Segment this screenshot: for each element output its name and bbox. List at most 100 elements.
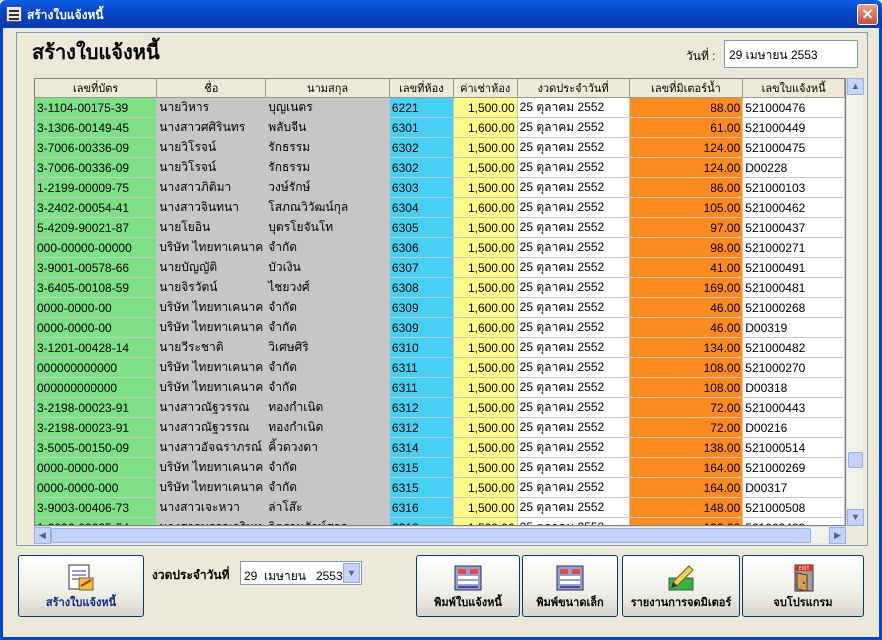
exit-program-button[interactable]: EXIT จบโปรแกรม: [742, 555, 864, 617]
surname-cell[interactable]: ไชยวงศ์: [265, 277, 390, 298]
card-number-cell[interactable]: 3-2198-00023-91: [35, 417, 158, 438]
invoice-number-cell[interactable]: D00317: [742, 477, 845, 498]
room-number-cell[interactable]: 6315: [389, 457, 454, 478]
room-number-cell[interactable]: 6303: [389, 177, 454, 198]
water-meter-cell[interactable]: 108.00: [629, 377, 744, 398]
surname-cell[interactable]: วิเศษศิริ: [265, 337, 390, 358]
rent-cell[interactable]: 1,600.00: [453, 197, 518, 218]
surname-cell[interactable]: จำกัด: [265, 477, 390, 498]
period-date-cell[interactable]: 25 ตุลาคม 2552: [517, 337, 630, 358]
invoice-number-cell[interactable]: 521000475: [742, 137, 845, 158]
table-row[interactable]: 1-2199-00009-75 นางสาวภิติมา วงษ์รักษ์ 6303…: [35, 177, 845, 198]
water-meter-cell[interactable]: 108.00: [629, 357, 744, 378]
scroll-left-icon[interactable]: ◀: [34, 527, 51, 544]
card-number-cell[interactable]: 0000-0000-00: [35, 297, 158, 318]
table-row[interactable]: 1-2006-00025-54นางสาวพรรณวรินทจิตรานุรัก…: [35, 517, 845, 525]
room-number-cell[interactable]: 6312: [389, 417, 454, 438]
surname-cell[interactable]: ทองกำเนิด: [265, 417, 390, 438]
table-row[interactable]: 3-6405-00108-59 นายจิรวัตน์ ไชยวงศ์ 6308 1,5…: [35, 277, 845, 298]
room-number-cell[interactable]: 6306: [389, 237, 454, 258]
first-name-cell[interactable]: นางสาวอัจฉราภรณ์: [156, 437, 267, 458]
table-row[interactable]: 3-5005-00150-09 นางสาวอัจฉราภรณ์ คิ้วดวงดา…: [35, 437, 845, 458]
surname-cell[interactable]: พลับจีน: [265, 117, 390, 138]
surname-cell[interactable]: รักธรรม: [265, 157, 390, 178]
period-date-cell[interactable]: 25 ตุลาคม 2552: [517, 177, 630, 198]
invoice-number-cell[interactable]: 521000271: [742, 237, 845, 258]
period-date-cell[interactable]: 25 ตุลาคม 2552: [517, 137, 630, 158]
water-meter-cell[interactable]: 97.00: [629, 217, 744, 238]
column-header[interactable]: ชื่อ: [156, 79, 267, 98]
card-number-cell[interactable]: 3-1201-00428-14: [35, 337, 158, 358]
water-meter-cell[interactable]: 105.00: [629, 197, 744, 218]
rent-cell[interactable]: 1,500.00: [453, 277, 518, 298]
surname-cell[interactable]: บัวเงิน: [265, 257, 390, 278]
period-date-cell[interactable]: 25 ตุลาคม 2552: [517, 417, 630, 438]
period-date-cell[interactable]: 25 ตุลาคม 2552: [517, 317, 630, 338]
surname-cell[interactable]: จำกัด: [265, 237, 390, 258]
room-number-cell[interactable]: 6304: [389, 197, 454, 218]
surname-cell[interactable]: จำกัด: [265, 457, 390, 478]
column-header[interactable]: ค่าเช่าห้อง: [453, 79, 518, 98]
table-row[interactable]: 3-7006-00336-09 นายวิโรจน์ รักธรรม 6302 1,50…: [35, 157, 845, 178]
water-meter-cell[interactable]: 88.00: [629, 97, 744, 118]
invoice-number-cell[interactable]: D00319: [742, 317, 845, 338]
table-row[interactable]: 0000-0000-000 บริษัท ไทยทาเคนาค จำกัด 6315 1…: [35, 477, 845, 498]
water-meter-cell[interactable]: 138.00: [629, 437, 744, 458]
table-row[interactable]: 5-4209-90021-87 นายโยอิน บุตรโยจันโท 6305 1,…: [35, 217, 845, 238]
rent-cell[interactable]: 1,500.00: [453, 457, 518, 478]
card-number-cell[interactable]: 3-7006-00336-09: [35, 157, 158, 178]
room-number-cell[interactable]: 6301: [389, 117, 454, 138]
room-number-cell[interactable]: 6302: [389, 157, 454, 178]
rent-cell[interactable]: 1,500.00: [453, 357, 518, 378]
first-name-cell[interactable]: นายวิโรจน์: [156, 137, 267, 158]
surname-cell[interactable]: จำกัด: [265, 317, 390, 338]
first-name-cell[interactable]: นางสาวณัฐวรรณ: [156, 397, 267, 418]
surname-cell[interactable]: รักธรรม: [265, 137, 390, 158]
period-date-cell[interactable]: 25 ตุลาคม 2552: [517, 217, 630, 238]
invoice-number-cell[interactable]: D00318: [742, 377, 845, 398]
first-name-cell[interactable]: บริษัท ไทยทาเคนาค: [156, 477, 267, 498]
card-number-cell[interactable]: 0000-0000-00: [35, 317, 158, 338]
rent-cell[interactable]: 1,600.00: [453, 117, 518, 138]
column-header[interactable]: เลขที่ห้อง: [389, 79, 454, 98]
period-date-cell[interactable]: 25 ตุลาคม 2552: [517, 97, 630, 118]
invoice-number-cell[interactable]: 521000462: [742, 197, 845, 218]
rent-cell[interactable]: 1,500.00: [453, 237, 518, 258]
room-number-cell[interactable]: 6314: [389, 437, 454, 458]
vertical-scroll-thumb[interactable]: [848, 452, 863, 468]
room-number-cell[interactable]: 6221: [389, 97, 454, 118]
water-meter-cell[interactable]: 46.00: [629, 297, 744, 318]
horizontal-scroll-thumb[interactable]: [51, 528, 811, 543]
first-name-cell[interactable]: นายจิรวัตน์: [156, 277, 267, 298]
table-row[interactable]: 3-9001-00578-66 นายบัญญัติ บัวเงิน 6307 1,50…: [35, 257, 845, 278]
first-name-cell[interactable]: นางสาวเจะหวา: [156, 497, 267, 518]
invoice-number-cell[interactable]: 521000476: [742, 97, 845, 118]
table-row[interactable]: 000-00000-00000 บริษัท ไทยทาเคนาค จำกัด 630…: [35, 237, 845, 258]
period-date-cell[interactable]: 25 ตุลาคม 2552: [517, 477, 630, 498]
card-number-cell[interactable]: 3-9001-00578-66: [35, 257, 158, 278]
rent-cell[interactable]: 1,500.00: [453, 517, 518, 525]
room-number-cell[interactable]: 6307: [389, 257, 454, 278]
invoice-number-cell[interactable]: 521000268: [742, 297, 845, 318]
period-date-cell[interactable]: 25 ตุลาคม 2552: [517, 517, 630, 525]
table-row[interactable]: 3-1104-00175-39 นายวิหาร บุญเนตร 6221 1,500.…: [35, 97, 845, 118]
room-number-cell[interactable]: 6312: [389, 397, 454, 418]
room-number-cell[interactable]: 6315: [389, 477, 454, 498]
first-name-cell[interactable]: บริษัท ไทยทาเคนาค: [156, 317, 267, 338]
first-name-cell[interactable]: บริษัท ไทยทาเคนาค: [156, 457, 267, 478]
column-header[interactable]: งวดประจำวันที่: [517, 79, 630, 98]
room-number-cell[interactable]: 6302: [389, 137, 454, 158]
invoice-number-cell[interactable]: 521000269: [742, 457, 845, 478]
period-date-cell[interactable]: 25 ตุลาคม 2552: [517, 117, 630, 138]
invoice-number-cell[interactable]: 521000481: [742, 277, 845, 298]
room-number-cell[interactable]: 6308: [389, 277, 454, 298]
rent-cell[interactable]: 1,500.00: [453, 417, 518, 438]
rent-cell[interactable]: 1,500.00: [453, 337, 518, 358]
first-name-cell[interactable]: บริษัท ไทยทาเคนาค: [156, 297, 267, 318]
period-date-cell[interactable]: 25 ตุลาคม 2552: [517, 157, 630, 178]
first-name-cell[interactable]: บริษัท ไทยทาเคนาค: [156, 377, 267, 398]
table-row[interactable]: 3-1306-00149-45 นางสาวศศิรินทร พลับจีน 6301…: [35, 117, 845, 138]
first-name-cell[interactable]: นางสาวณัฐวรรณ: [156, 417, 267, 438]
print-small-button[interactable]: พิมพ์ขนาดเล็ก: [522, 555, 618, 617]
table-row[interactable]: 3-7006-00336-09 นายวิโรจน์ รักธรรม 6302 1,50…: [35, 137, 845, 158]
